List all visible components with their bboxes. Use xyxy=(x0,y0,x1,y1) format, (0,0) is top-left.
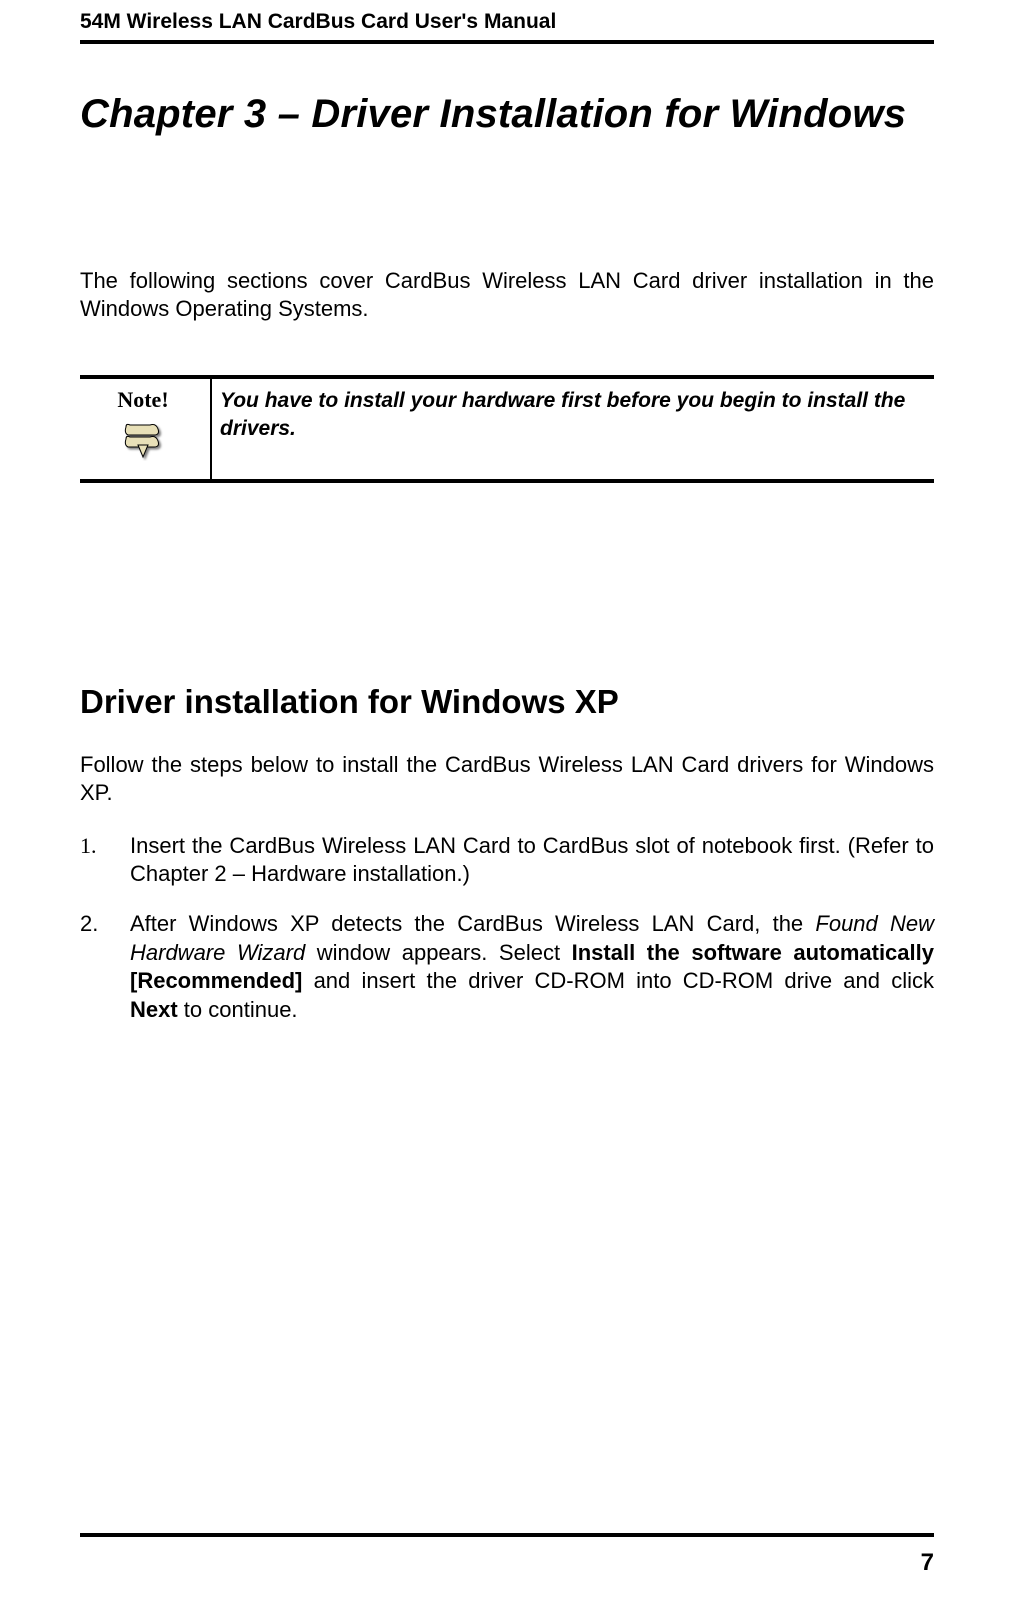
note-icon xyxy=(120,415,166,461)
step-2-t2: window appears. Select xyxy=(305,940,571,965)
note-right-cell: You have to install your hardware first … xyxy=(211,377,934,481)
note-left-cell: Note! xyxy=(80,377,211,481)
note-box: Note! You xyxy=(80,375,934,483)
note-text: You have to install your hardware first … xyxy=(220,387,922,442)
step-2-t3: and insert the driver CD-ROM into CD-ROM… xyxy=(302,968,934,993)
steps-list: Insert the CardBus Wireless LAN Card to … xyxy=(80,832,934,1024)
note-label: Note! xyxy=(88,387,198,413)
section-title: Driver installation for Windows XP xyxy=(80,683,934,721)
page-number: 7 xyxy=(921,1549,934,1577)
running-header-text: 54M Wireless LAN CardBus Card User's Man… xyxy=(80,10,556,33)
step-2-t4: to continue. xyxy=(178,997,298,1022)
page: 54M Wireless LAN CardBus Card User's Man… xyxy=(0,0,1014,1599)
running-header: 54M Wireless LAN CardBus Card User's Man… xyxy=(80,0,934,44)
intro-paragraph: The following sections cover CardBus Wir… xyxy=(80,267,934,323)
step-1-text: Insert the CardBus Wireless LAN Card to … xyxy=(130,833,934,886)
chapter-title: Chapter 3 – Driver Installation for Wind… xyxy=(80,92,934,137)
footer-rule xyxy=(80,1533,934,1537)
step-2: After Windows XP detects the CardBus Wir… xyxy=(80,910,934,1024)
step-1: Insert the CardBus Wireless LAN Card to … xyxy=(80,832,934,889)
step-2-t1: After Windows XP detects the CardBus Wir… xyxy=(130,911,815,936)
section-lead: Follow the steps below to install the Ca… xyxy=(80,751,934,807)
step-2-bold2: Next xyxy=(130,997,178,1022)
spacer xyxy=(80,483,934,683)
